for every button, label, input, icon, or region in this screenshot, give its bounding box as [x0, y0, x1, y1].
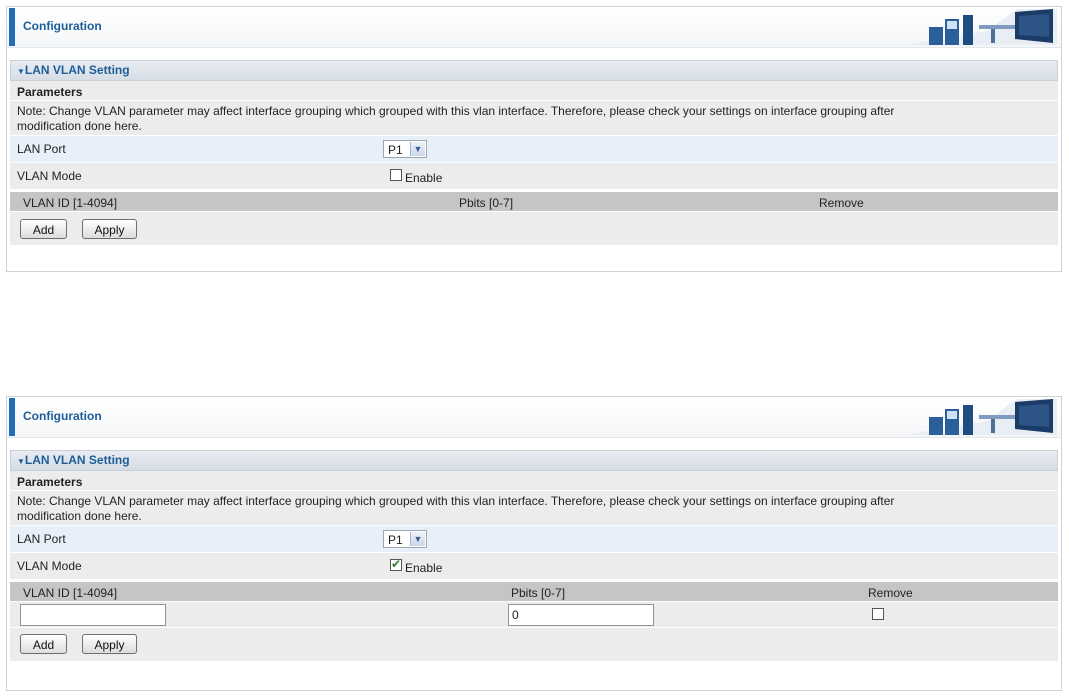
apply-button[interactable]: Apply — [82, 634, 137, 654]
vlan-table-header: VLAN ID [1-4094] Pbits [0-7] Remove — [10, 192, 1058, 212]
parameters-row: Parameters — [10, 471, 1058, 491]
section-title[interactable]: ▼LAN VLAN Setting — [10, 450, 1058, 471]
network-banner-image — [907, 9, 1057, 45]
section-title-label: LAN VLAN Setting — [24, 453, 130, 467]
header-accent-bar — [9, 8, 15, 46]
vlan-mode-label: VLAN Mode — [17, 559, 82, 573]
lan-port-select[interactable]: P1 ▼ — [383, 140, 427, 158]
vlan-mode-enable-checkbox[interactable]: ✔ — [390, 557, 402, 571]
section-title-label: LAN VLAN Setting — [24, 63, 130, 77]
config-title: Configuration — [23, 19, 102, 33]
remove-checkbox[interactable] — [872, 608, 884, 620]
lan-port-label: LAN Port — [17, 142, 66, 156]
vlan-mode-label: VLAN Mode — [17, 169, 82, 183]
note-text: Note: Change VLAN parameter may affect i… — [17, 104, 894, 134]
lan-port-row: LAN Port P1 ▼ — [10, 136, 1058, 163]
config-panel-disabled: Configuration ▼LAN VLAN Setting Paramete… — [6, 6, 1062, 272]
col-pbits: Pbits [0-7] — [459, 196, 514, 210]
enable-label: Enable — [405, 171, 443, 185]
note-line-2: modification done here. — [17, 509, 142, 523]
apply-button[interactable]: Apply — [82, 219, 137, 239]
vlan-mode-enable-checkbox[interactable] — [390, 169, 402, 181]
parameters-label: Parameters — [17, 475, 83, 489]
network-banner-image — [907, 399, 1057, 435]
col-remove: Remove — [868, 586, 913, 600]
lan-port-select[interactable]: P1 ▼ — [383, 530, 427, 548]
pbits-input[interactable]: 0 — [508, 604, 654, 626]
lan-port-row: LAN Port P1 ▼ — [10, 526, 1058, 553]
vlan-mode-row: VLAN Mode ✔ Enable — [10, 553, 1058, 580]
lan-port-label: LAN Port — [17, 532, 66, 546]
col-vlan-id: VLAN ID [1-4094] — [23, 586, 118, 600]
config-panel-enabled: Configuration ▼LAN VLAN Setting Paramete… — [6, 396, 1062, 691]
vlan-id-input[interactable] — [20, 604, 166, 626]
note-row: Note: Change VLAN parameter may affect i… — [10, 491, 1058, 526]
vlan-table-row: 0 — [10, 602, 1058, 628]
note-line-1: Note: Change VLAN parameter may affect i… — [17, 104, 895, 118]
vlan-mode-row: VLAN Mode Enable — [10, 163, 1058, 190]
lan-vlan-section: ▼LAN VLAN Setting Parameters Note: Chang… — [10, 450, 1058, 662]
chevron-down-icon: ▼ — [410, 142, 425, 156]
button-row: Add Apply — [10, 628, 1058, 662]
header-accent-bar — [9, 398, 15, 436]
lan-port-value: P1 — [388, 143, 403, 157]
add-button[interactable]: Add — [20, 219, 67, 239]
checkmark-icon: ✔ — [391, 557, 402, 571]
parameters-label: Parameters — [17, 85, 83, 99]
add-button[interactable]: Add — [20, 634, 67, 654]
note-text: Note: Change VLAN parameter may affect i… — [17, 494, 894, 524]
config-header: Configuration — [7, 397, 1061, 438]
col-remove: Remove — [819, 196, 864, 210]
button-row: Add Apply — [10, 212, 1058, 246]
triangle-down-icon: ▼ — [17, 457, 25, 466]
triangle-down-icon: ▼ — [17, 67, 25, 76]
lan-vlan-section: ▼LAN VLAN Setting Parameters Note: Chang… — [10, 60, 1058, 246]
enable-label: Enable — [405, 561, 443, 575]
note-row: Note: Change VLAN parameter may affect i… — [10, 101, 1058, 136]
config-title: Configuration — [23, 409, 102, 423]
config-header: Configuration — [7, 7, 1061, 48]
note-line-1: Note: Change VLAN parameter may affect i… — [17, 494, 895, 508]
lan-port-value: P1 — [388, 533, 403, 547]
note-line-2: modification done here. — [17, 119, 142, 133]
chevron-down-icon: ▼ — [410, 532, 425, 546]
col-vlan-id: VLAN ID [1-4094] — [23, 196, 118, 210]
section-title[interactable]: ▼LAN VLAN Setting — [10, 60, 1058, 81]
parameters-row: Parameters — [10, 81, 1058, 101]
vlan-table-header: VLAN ID [1-4094] Pbits [0-7] Remove — [10, 582, 1058, 602]
col-pbits: Pbits [0-7] — [511, 586, 566, 600]
